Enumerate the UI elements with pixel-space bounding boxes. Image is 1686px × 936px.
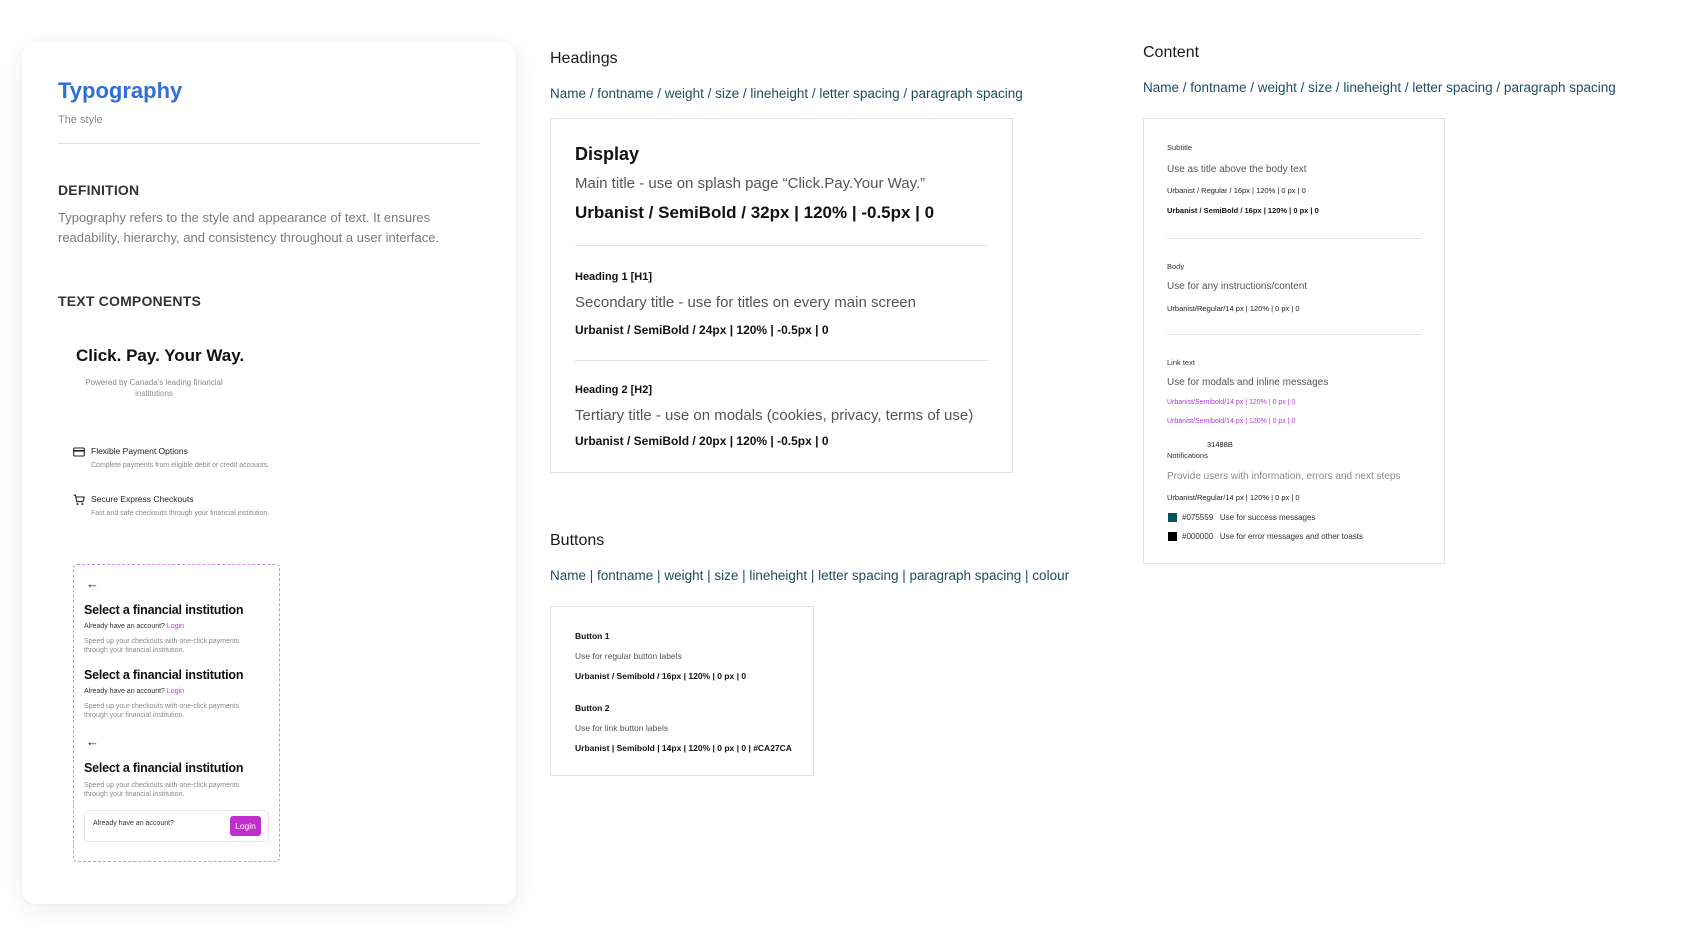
content-spec: Name / fontname / weight / size / linehe…	[1143, 80, 1616, 95]
already-have-account: Already have an account? Login	[84, 623, 185, 630]
modal-title: Select a financial institution	[84, 668, 244, 682]
feature-desc: Fast and safe checkouts through your fin…	[91, 510, 270, 517]
success-color-swatch	[1168, 513, 1177, 522]
preview-powered-by: Powered by Canada's leading financial in…	[85, 378, 223, 398]
preview-headline: Click. Pay. Your Way.	[76, 346, 245, 365]
h1-desc: Secondary title - use for titles on ever…	[575, 294, 916, 311]
already-have-account: Already have an account?	[93, 820, 174, 827]
button2-label: Button 2	[575, 703, 610, 713]
notifications-desc: Provide users with information, errors a…	[1167, 471, 1401, 482]
page-subtitle: The style	[58, 114, 103, 126]
h2-spec: Urbanist / SemiBold / 20px | 120% | -0.5…	[575, 434, 829, 448]
divider	[575, 360, 988, 361]
login-link[interactable]: Login	[167, 688, 184, 695]
buttons-spec: Name | fontname | weight | size | linehe…	[550, 568, 1070, 583]
link-spec-1[interactable]: Urbanist/Semibold/14 px | 120% | 0 px | …	[1167, 399, 1295, 406]
login-link[interactable]: Login	[167, 623, 184, 630]
button2-desc: Use for link button labels	[575, 723, 669, 733]
feature-title: Secure Express Checkouts	[91, 494, 194, 504]
subtitle-spec-bold: Urbanist / SemiBold / 16px | 120% | 0 px…	[1167, 206, 1319, 215]
divider	[1167, 334, 1421, 335]
h2-label: Heading 2 [H2]	[575, 384, 653, 396]
h1-label: Heading 1 [H1]	[575, 271, 653, 283]
button1-label: Button 1	[575, 631, 610, 641]
button2-spec: Urbanist | Semibold | 14px | 120% | 0 px…	[575, 743, 792, 753]
error-swatch-label: #000000 Use for error messages and other…	[1182, 532, 1364, 541]
link-desc: Use for modals and inline messages	[1167, 377, 1329, 388]
body-spec: Urbanist/Regular/14 px | 120% | 0 px | 0	[1167, 304, 1300, 313]
headings-spec: Name / fontname / weight / size / linehe…	[550, 86, 1023, 101]
link-label: Link text	[1167, 358, 1195, 367]
link-color-code: 31488B	[1207, 440, 1233, 449]
display-label: Display	[575, 144, 640, 164]
success-swatch-label: #075559 Use for success messages	[1182, 513, 1316, 522]
modal-title: Select a financial institution	[84, 761, 244, 775]
body-label: Body	[1167, 262, 1185, 271]
divider	[575, 245, 988, 246]
body-desc: Use for any instructions/content	[1167, 281, 1308, 292]
headings-title: Headings	[550, 50, 618, 67]
button1-desc: Use for regular button labels	[575, 651, 682, 661]
feature-desc: Complete payments from eligible debit or…	[91, 462, 270, 469]
divider	[58, 143, 480, 144]
cart-icon	[73, 494, 85, 505]
definition-text: Typography refers to the style and appea…	[58, 210, 440, 245]
back-arrow-icon[interactable]: ←	[86, 577, 99, 590]
subtitle-desc: Use as title above the body text	[1167, 164, 1307, 175]
divider	[1167, 238, 1421, 239]
modal-description: Speed up your checkouts with one-click p…	[84, 638, 240, 654]
already-have-account: Already have an account? Login	[84, 688, 185, 695]
login-button[interactable]: Login	[230, 816, 261, 836]
definition-heading: DEFINITION	[58, 182, 140, 198]
error-color-swatch	[1168, 532, 1177, 541]
subtitle-label: Subtitle	[1167, 143, 1193, 152]
display-spec: Urbanist / SemiBold / 32px | 120% | -0.5…	[575, 203, 935, 222]
link-spec-2[interactable]: Urbanist/Semibold/14 px | 120% | 0 px | …	[1167, 418, 1295, 425]
buttons-title: Buttons	[550, 532, 605, 549]
notifications-label: Notifications	[1167, 451, 1208, 460]
back-arrow-icon[interactable]: ←	[86, 735, 99, 748]
page-title: Typography	[58, 78, 183, 103]
subtitle-spec-regular: Urbanist / Regular / 16px | 120% | 0 px …	[1167, 186, 1306, 195]
display-desc: Main title - use on splash page “Click.P…	[575, 175, 926, 192]
content-title: Content	[1143, 44, 1200, 61]
text-components-heading: TEXT COMPONENTS	[58, 293, 202, 309]
button1-spec: Urbanist / Semibold / 16px | 120% | 0 px…	[575, 671, 747, 681]
modal-description: Speed up your checkouts with one-click p…	[84, 703, 240, 719]
feature-title: Flexible Payment Options	[91, 446, 188, 456]
modal-description: Speed up your checkouts with one-click p…	[84, 782, 240, 798]
h1-spec: Urbanist / SemiBold / 24px | 120% | -0.5…	[575, 323, 829, 337]
modal-title: Select a financial institution	[84, 603, 244, 617]
notifications-spec: Urbanist/Regular/14 px | 120% | 0 px | 0	[1167, 493, 1300, 502]
credit-card-icon	[73, 447, 85, 457]
h2-desc: Tertiary title - use on modals (cookies,…	[575, 407, 974, 424]
